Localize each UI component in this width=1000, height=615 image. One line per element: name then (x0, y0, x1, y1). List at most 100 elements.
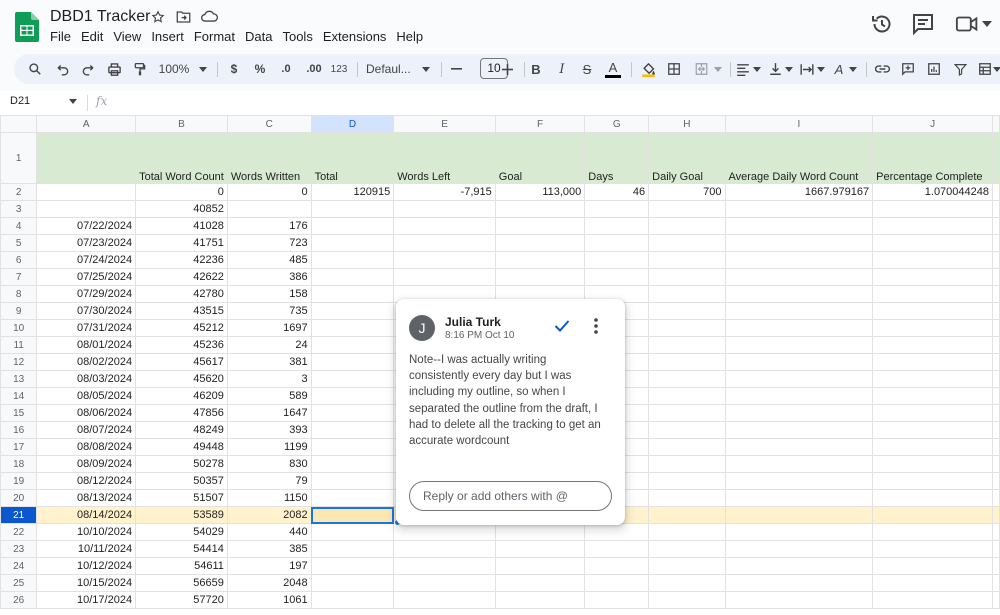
cell[interactable] (494, 574, 586, 592)
insert-chart-button[interactable] (924, 54, 944, 84)
cell[interactable] (992, 387, 1000, 405)
zoom-value[interactable]: 100% (156, 54, 192, 84)
cell[interactable]: 08/14/2024 (36, 506, 137, 524)
cell[interactable]: 197 (226, 557, 312, 575)
cell[interactable]: 1.070044248 (872, 183, 993, 201)
selected-cell[interactable] (310, 506, 395, 524)
fill-color-button[interactable] (638, 54, 658, 84)
cell[interactable]: 42622 (135, 268, 228, 286)
cell[interactable] (648, 370, 726, 388)
merge-cells-button[interactable] (691, 54, 711, 84)
text-rotation-button[interactable]: A (830, 54, 848, 84)
cell[interactable] (648, 200, 726, 218)
cell[interactable] (724, 200, 874, 218)
sheets-logo-icon[interactable] (15, 12, 39, 42)
cell[interactable] (872, 302, 993, 320)
cell[interactable] (310, 251, 395, 269)
cell[interactable] (648, 404, 726, 422)
cell[interactable]: 08/08/2024 (36, 438, 137, 456)
cell[interactable]: 08/06/2024 (36, 404, 137, 422)
cell[interactable] (724, 353, 874, 371)
vertical-align-button[interactable] (766, 54, 784, 84)
cell[interactable] (724, 251, 874, 269)
cell[interactable] (872, 404, 993, 422)
cell[interactable] (584, 523, 650, 541)
cell[interactable] (36, 200, 137, 218)
row-number[interactable]: 20 (0, 489, 38, 507)
insert-link-button[interactable] (872, 54, 892, 84)
cell[interactable]: 723 (226, 234, 312, 252)
row-number[interactable]: 12 (0, 353, 38, 371)
header-cell[interactable]: Total Word Count (135, 132, 228, 184)
menu-format[interactable]: Format (189, 29, 240, 44)
rotation-dropdown[interactable] (848, 54, 858, 84)
cell[interactable]: 10/10/2024 (36, 523, 137, 541)
cloud-saved-icon[interactable] (201, 10, 218, 23)
cell[interactable] (310, 234, 395, 252)
print-button[interactable] (103, 54, 125, 84)
cell[interactable]: 40852 (135, 200, 228, 218)
row-number[interactable]: 11 (0, 336, 38, 354)
cell[interactable] (872, 387, 993, 405)
cell[interactable] (494, 200, 586, 218)
cell[interactable]: 08/07/2024 (36, 421, 137, 439)
cell[interactable]: 113,000 (494, 183, 586, 201)
cell[interactable] (36, 183, 137, 201)
zoom-dropdown[interactable] (197, 54, 209, 84)
cell[interactable] (648, 387, 726, 405)
column-header-h[interactable]: H (648, 115, 726, 133)
cell[interactable]: 158 (226, 285, 312, 303)
cell[interactable] (310, 353, 395, 371)
cell[interactable] (226, 200, 312, 218)
cell[interactable] (992, 370, 1000, 388)
cell[interactable] (393, 523, 496, 541)
increase-decimal-button[interactable]: .00 (303, 54, 325, 84)
row-number[interactable]: 19 (0, 472, 38, 490)
cell[interactable] (648, 251, 726, 269)
cell[interactable] (872, 438, 993, 456)
cell[interactable] (992, 234, 1000, 252)
cell[interactable] (310, 591, 395, 609)
cell[interactable] (992, 438, 1000, 456)
row-number[interactable]: 22 (0, 523, 38, 541)
cell[interactable] (648, 336, 726, 354)
decrease-font-size-button[interactable] (447, 54, 465, 84)
cell[interactable] (310, 455, 395, 473)
cell[interactable]: -7,915 (393, 183, 496, 201)
cell[interactable] (584, 200, 650, 218)
cell[interactable] (724, 574, 874, 592)
cell[interactable] (393, 540, 496, 558)
menu-file[interactable]: File (50, 29, 76, 44)
cell[interactable] (724, 336, 874, 354)
cell[interactable] (872, 353, 993, 371)
cell[interactable]: 46209 (135, 387, 228, 405)
cell[interactable] (724, 523, 874, 541)
cell[interactable]: 10/17/2024 (36, 591, 137, 609)
cell[interactable] (872, 285, 993, 303)
cell[interactable]: 08/05/2024 (36, 387, 137, 405)
cell[interactable]: 57720 (135, 591, 228, 609)
cell[interactable]: 08/13/2024 (36, 489, 137, 507)
cell[interactable] (648, 285, 726, 303)
cell[interactable] (992, 302, 1000, 320)
row-number[interactable]: 21 (0, 506, 38, 524)
cell[interactable] (310, 370, 395, 388)
cell[interactable] (393, 591, 496, 609)
menu-tools[interactable]: Tools (277, 29, 317, 44)
cell[interactable]: 1150 (226, 489, 312, 507)
header-cell[interactable]: Goal (494, 132, 586, 184)
cell[interactable]: 53589 (135, 506, 228, 524)
cell[interactable] (992, 506, 1000, 524)
cell[interactable]: 2048 (226, 574, 312, 592)
row-number[interactable]: 26 (0, 591, 38, 609)
font-dropdown[interactable] (420, 54, 432, 84)
cell[interactable] (872, 370, 993, 388)
cell[interactable] (992, 472, 1000, 490)
header-cell[interactable]: Days (584, 132, 650, 184)
menu-help[interactable]: Help (391, 29, 428, 44)
header-cell[interactable] (992, 132, 1000, 184)
row-number[interactable]: 1 (0, 132, 38, 184)
row-number[interactable]: 8 (0, 285, 38, 303)
menu-view[interactable]: View (108, 29, 146, 44)
cell[interactable]: 3 (226, 370, 312, 388)
